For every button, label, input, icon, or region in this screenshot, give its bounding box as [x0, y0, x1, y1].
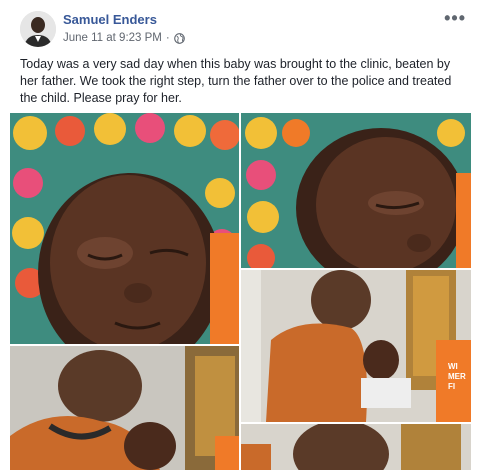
shirt-text: WI MER FI: [448, 362, 466, 391]
facebook-post: Samuel Enders June 11 at 9:23 PM · ••• T…: [0, 0, 488, 476]
post-photo-5[interactable]: [241, 424, 471, 470]
post-text: Today was a very sad day when this baby …: [20, 57, 452, 105]
post-photo-1[interactable]: [10, 113, 239, 344]
post-timestamp[interactable]: June 11 at 9:23 PM: [63, 32, 162, 44]
more-options-button[interactable]: •••: [444, 8, 466, 29]
globe-icon[interactable]: [173, 32, 185, 44]
post-meta: June 11 at 9:23 PM ·: [63, 32, 185, 44]
post-photo-3[interactable]: [10, 346, 239, 470]
avatar[interactable]: [20, 11, 56, 47]
meta-separator: ·: [165, 32, 170, 44]
post-photo-2[interactable]: [241, 113, 471, 268]
post-photo-4[interactable]: WI MER FI: [241, 270, 471, 422]
author-name[interactable]: Samuel Enders: [63, 12, 157, 27]
